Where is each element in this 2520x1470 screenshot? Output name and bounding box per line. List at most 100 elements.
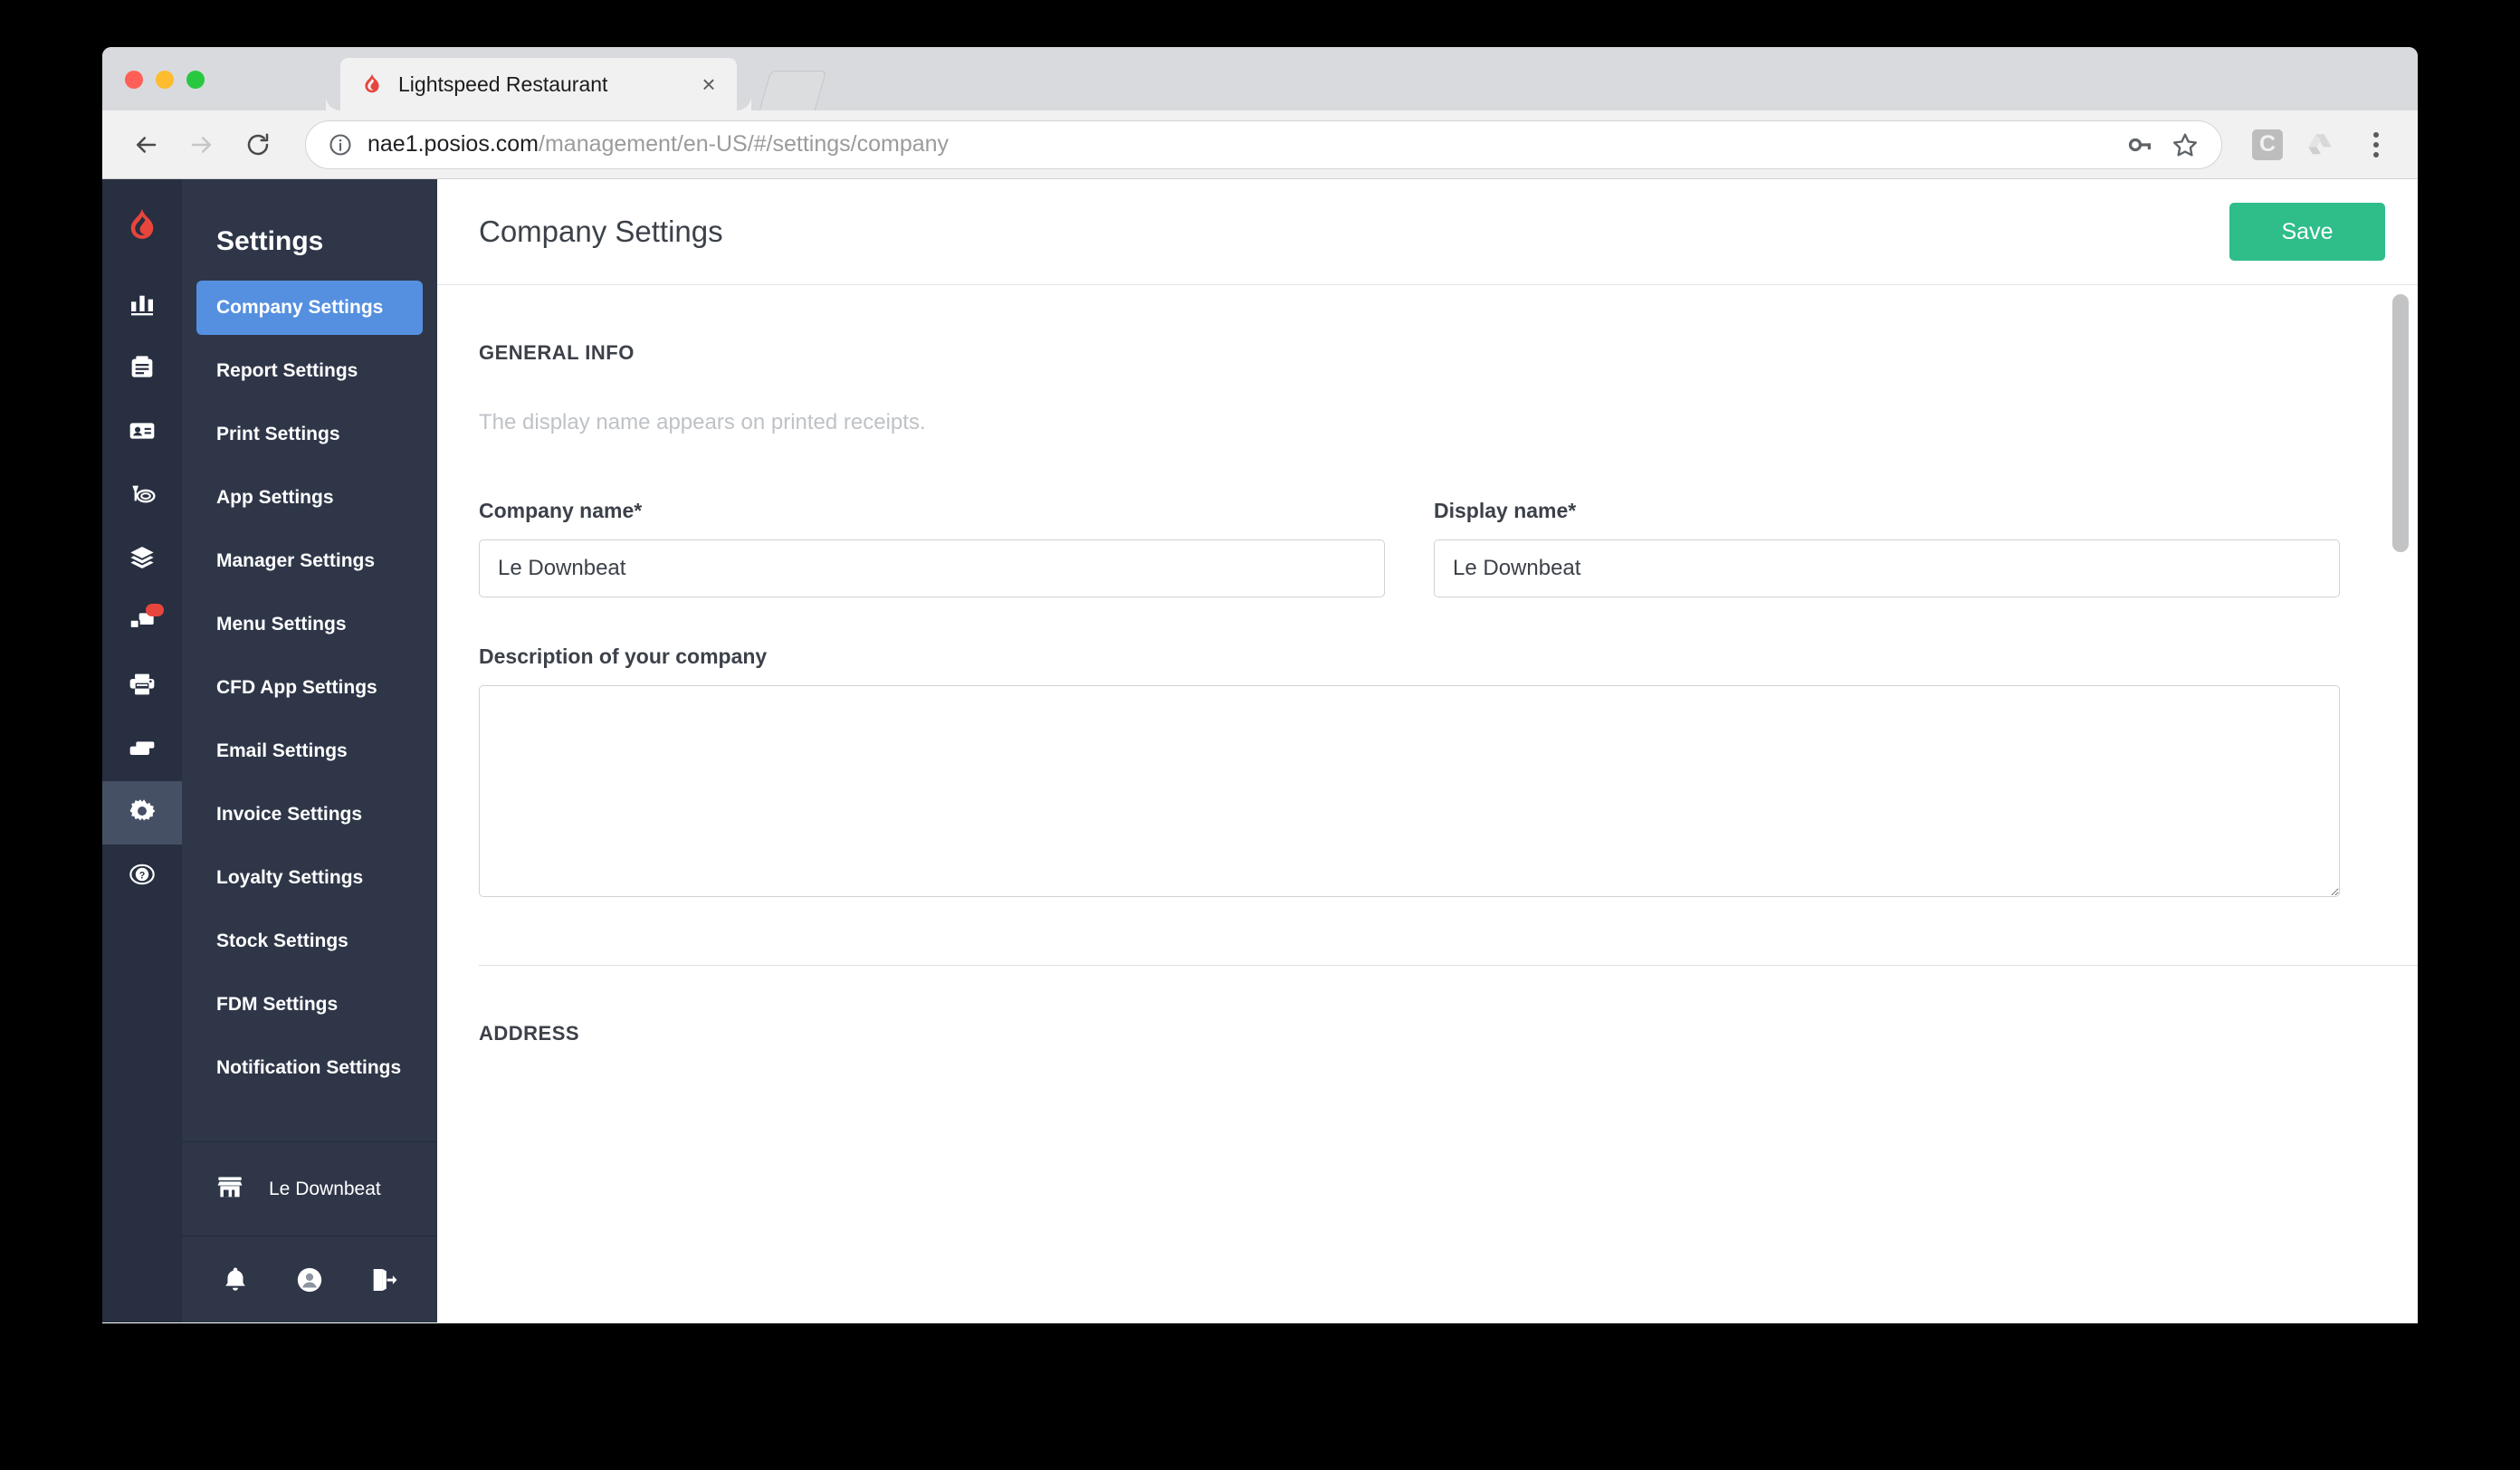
sidebar-item-label: Stock Settings bbox=[216, 931, 348, 951]
url-host: nae1.posios.com bbox=[368, 131, 539, 157]
site-info-icon[interactable] bbox=[328, 132, 353, 158]
reload-icon[interactable] bbox=[234, 121, 282, 168]
browser-window: Lightspeed Restaurant × nae1.posios.com/… bbox=[102, 47, 2418, 1323]
sidebar-item-label: Menu Settings bbox=[216, 614, 347, 635]
bar-chart-icon bbox=[128, 290, 157, 323]
sidebar-item-report-settings[interactable]: Report Settings bbox=[196, 344, 423, 398]
sidebar-item-stock-settings[interactable]: Stock Settings bbox=[196, 914, 423, 969]
browser-tab[interactable]: Lightspeed Restaurant × bbox=[340, 58, 751, 110]
google-drive-icon[interactable] bbox=[2300, 125, 2340, 165]
scrollbar-thumb[interactable] bbox=[2392, 294, 2409, 552]
address-bar[interactable]: nae1.posios.com/management/en-US/#/setti… bbox=[305, 119, 2222, 169]
sidebar-item-app-settings[interactable]: App Settings bbox=[196, 471, 423, 525]
rail-item-help[interactable]: ? bbox=[102, 845, 182, 908]
store-name: Le Downbeat bbox=[269, 1178, 381, 1199]
general-info-note: The display name appears on printed rece… bbox=[479, 410, 926, 434]
sidebar-item-manager-settings[interactable]: Manager Settings bbox=[196, 534, 423, 588]
clipboard-icon bbox=[128, 353, 157, 387]
sidebar-item-menu-settings[interactable]: Menu Settings bbox=[196, 597, 423, 652]
url-path: /management/en-US/#/settings/company bbox=[539, 131, 950, 157]
tab-title: Lightspeed Restaurant bbox=[398, 72, 608, 96]
sidebar-item-label: Email Settings bbox=[216, 740, 348, 761]
tab-strip: Lightspeed Restaurant × bbox=[102, 47, 2418, 110]
plate-cutlery-icon bbox=[128, 480, 157, 513]
notification-badge bbox=[146, 604, 164, 616]
lightspeed-logo[interactable] bbox=[123, 206, 161, 249]
display-name-input[interactable] bbox=[1434, 539, 2340, 597]
sidebar-item-label: Print Settings bbox=[216, 424, 340, 444]
rail-item-clipboard[interactable] bbox=[102, 338, 182, 401]
current-store[interactable]: Le Downbeat bbox=[182, 1141, 437, 1236]
rail-item-dining[interactable] bbox=[102, 464, 182, 528]
sidebar-item-label: Loyalty Settings bbox=[216, 867, 364, 888]
sidebar-item-company-settings[interactable]: Company Settings bbox=[196, 281, 423, 335]
bell-icon[interactable] bbox=[210, 1255, 261, 1305]
window-controls bbox=[125, 71, 205, 89]
forward-arrow-icon bbox=[178, 121, 225, 168]
rail-item-layers[interactable] bbox=[102, 528, 182, 591]
content-scrollbar[interactable] bbox=[2392, 285, 2409, 1322]
account-circle-icon[interactable] bbox=[284, 1255, 335, 1305]
main-content: Company Settings Save GENERAL INFO The d… bbox=[437, 179, 2418, 1322]
sidebar-item-label: Company Settings bbox=[216, 297, 384, 318]
logout-icon[interactable] bbox=[358, 1255, 409, 1305]
app-viewport: ? Settings Company Settings Report Setti… bbox=[102, 179, 2418, 1322]
sidebar-item-fdm-settings[interactable]: FDM Settings bbox=[196, 978, 423, 1032]
star-icon[interactable] bbox=[2165, 125, 2205, 165]
sidebar-item-invoice-settings[interactable]: Invoice Settings bbox=[196, 788, 423, 842]
layers-icon bbox=[128, 543, 157, 577]
settings-scroll-area[interactable]: GENERAL INFO The display name appears on… bbox=[437, 285, 2418, 1322]
maximize-window-button[interactable] bbox=[186, 71, 205, 89]
close-tab-icon[interactable]: × bbox=[695, 71, 722, 98]
display-name-field: Display name* bbox=[1434, 499, 2340, 597]
description-textarea[interactable] bbox=[479, 685, 2340, 897]
display-name-label: Display name* bbox=[1434, 499, 1577, 522]
lightspeed-flame-icon bbox=[360, 72, 384, 96]
sidebar-nav-list: Company Settings Report Settings Print S… bbox=[182, 281, 437, 1141]
card-terminal-icon bbox=[128, 733, 157, 767]
save-button[interactable]: Save bbox=[2229, 203, 2385, 261]
rail-item-devices[interactable] bbox=[102, 591, 182, 654]
sidebar-item-notification-settings[interactable]: Notification Settings bbox=[196, 1041, 423, 1095]
key-icon[interactable] bbox=[2120, 125, 2160, 165]
icon-rail: ? bbox=[102, 179, 182, 1322]
description-label: Description of your company bbox=[479, 644, 768, 668]
description-field: Description of your company bbox=[479, 644, 2418, 902]
sidebar-item-print-settings[interactable]: Print Settings bbox=[196, 407, 423, 462]
sidebar-item-label: App Settings bbox=[216, 487, 334, 508]
browser-toolbar: nae1.posios.com/management/en-US/#/setti… bbox=[102, 110, 2418, 179]
sidebar-item-label: Invoice Settings bbox=[216, 804, 363, 825]
company-name-label: Company name* bbox=[479, 499, 643, 522]
sidebar-item-label: Report Settings bbox=[216, 360, 358, 381]
sidebar-item-label: FDM Settings bbox=[216, 994, 339, 1015]
new-tab-button[interactable] bbox=[759, 71, 827, 110]
rail-item-customers[interactable] bbox=[102, 401, 182, 464]
back-arrow-icon[interactable] bbox=[122, 121, 169, 168]
sidebar-item-email-settings[interactable]: Email Settings bbox=[196, 724, 423, 778]
settings-sidebar: Settings Company Settings Report Setting… bbox=[182, 179, 437, 1322]
gear-icon bbox=[127, 796, 158, 831]
three-dot-menu-icon[interactable] bbox=[2354, 123, 2398, 167]
sidebar-item-loyalty-settings[interactable]: Loyalty Settings bbox=[196, 851, 423, 905]
help-circle-icon: ? bbox=[128, 860, 157, 893]
rail-item-payment-terminal[interactable] bbox=[102, 718, 182, 781]
sidebar-item-label: CFD App Settings bbox=[216, 677, 377, 698]
store-icon bbox=[215, 1171, 245, 1207]
sidebar-title: Settings bbox=[216, 226, 324, 256]
extension-icon[interactable]: C bbox=[2248, 125, 2287, 165]
url-text: nae1.posios.com/management/en-US/#/setti… bbox=[368, 131, 2114, 158]
minimize-window-button[interactable] bbox=[156, 71, 174, 89]
rail-item-reports[interactable] bbox=[102, 274, 182, 338]
content-header: Company Settings Save bbox=[437, 179, 2418, 285]
sidebar-footer bbox=[182, 1236, 437, 1322]
page-title: Company Settings bbox=[479, 215, 723, 248]
close-window-button[interactable] bbox=[125, 71, 143, 89]
company-name-field: Company name* bbox=[479, 499, 1385, 597]
name-fields-row: Company name* Display name* bbox=[479, 499, 2418, 597]
id-card-icon bbox=[128, 416, 157, 450]
rail-item-printers[interactable] bbox=[102, 654, 182, 718]
sidebar-item-cfd-app-settings[interactable]: CFD App Settings bbox=[196, 661, 423, 715]
rail-item-settings[interactable] bbox=[102, 781, 182, 845]
company-name-input[interactable] bbox=[479, 539, 1385, 597]
general-info-section: GENERAL INFO The display name appears on… bbox=[437, 285, 2418, 966]
